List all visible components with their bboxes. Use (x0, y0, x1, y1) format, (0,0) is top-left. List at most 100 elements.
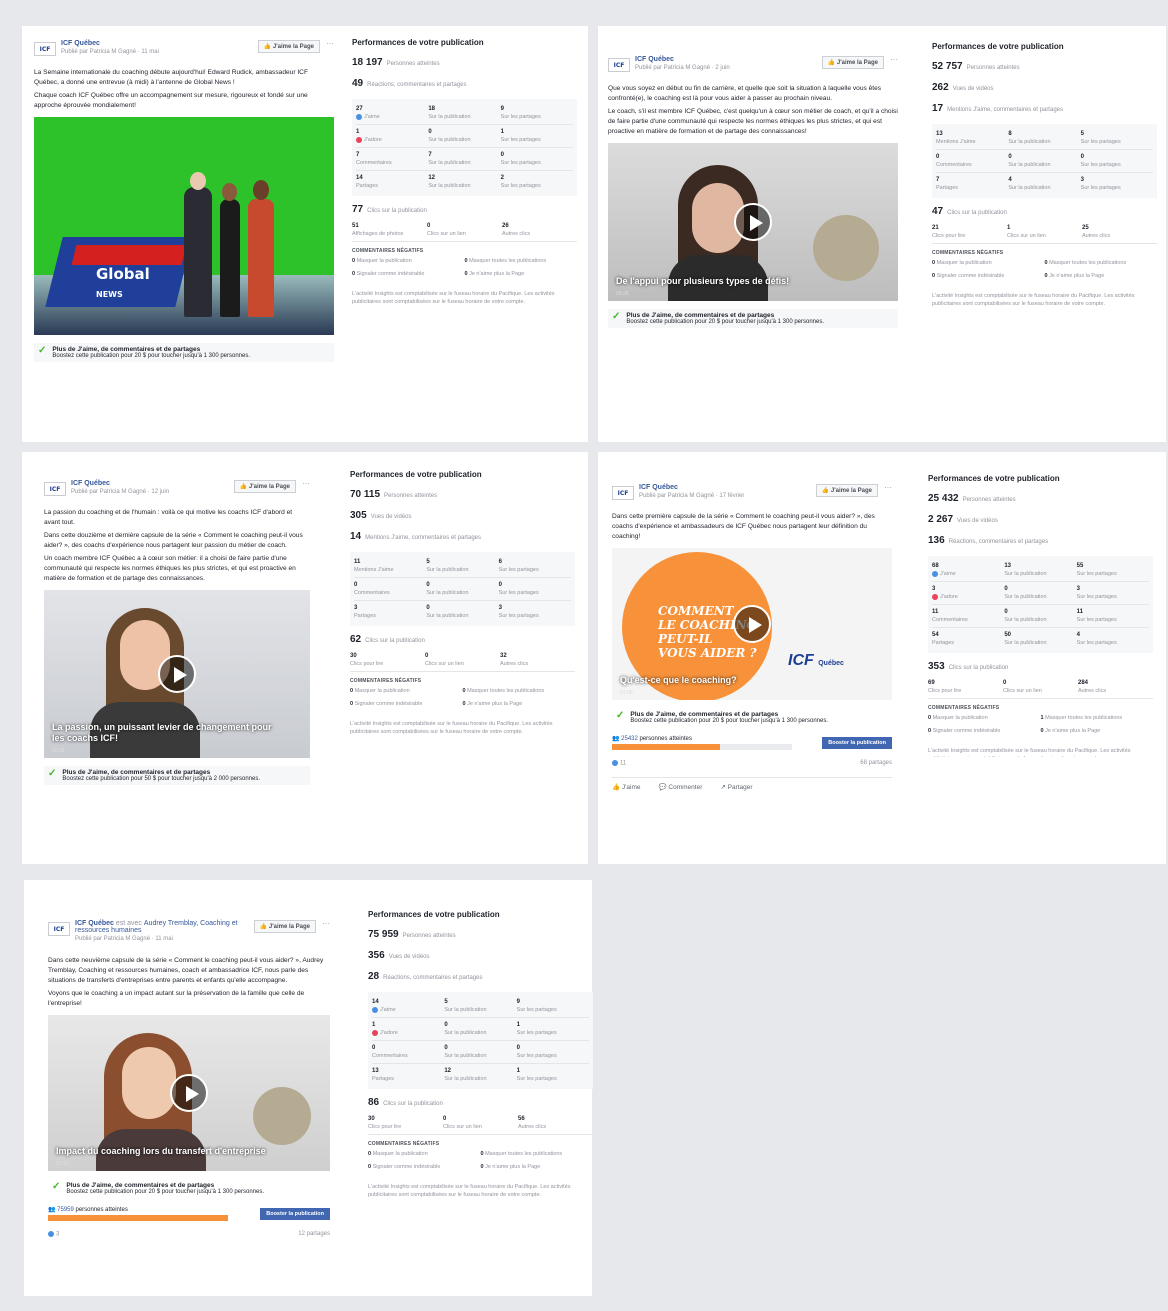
post-text: Dans cette première capsule de la série … (612, 513, 875, 540)
like-reaction-icon (932, 570, 938, 577)
boost-suggestion[interactable]: ✓ Plus de J'aime, de commentaires et de … (48, 1179, 330, 1198)
post-video[interactable]: COMMENT LE COACHING PEUT-IL VOUS AIDER ? IC… (612, 548, 892, 700)
video-title: Qu'est-ce que le coaching? (620, 675, 737, 685)
metric-engagement: 14 Mentions J'aime, commentaires et parta… (350, 531, 481, 542)
thumb-icon: 👍 (827, 60, 837, 66)
metric-views: 356 Vues de vidéos (368, 950, 430, 961)
like-reaction-icon (48, 1231, 54, 1237)
perf-title: Performances de votre publication (350, 470, 482, 479)
post-meta: Publié par Patricia M Gagné · 11 mai (75, 936, 173, 942)
negative-feedback-title: COMMENTAIRES NÉGATIFS (352, 248, 424, 254)
post-video[interactable]: La passion, un puissant levier de change… (44, 590, 310, 758)
post-video[interactable]: Impact du coaching lors du transfert d'e… (48, 1015, 330, 1171)
like-action[interactable]: 👍 J'aime (612, 783, 641, 791)
post-2: ICF ICF Québec Publié par Patricia M Gag… (608, 56, 898, 328)
metric-views: 305 Vues de vidéos (350, 510, 412, 521)
perf-title: Performances de votre publication (932, 42, 1064, 51)
reactions-grid: 27 J'aime 18 Sur la publication 9 Sur les p… (352, 99, 577, 196)
more-options-icon[interactable]: ··· (322, 920, 330, 928)
engagement-summary: 3 12 partages (48, 1231, 330, 1238)
post-1: ICF ICF Québec Publié par Patricia M Gag… (34, 40, 334, 362)
post-meta: Publié par Patricia M Gagné · 12 juin (71, 489, 170, 495)
metric-clicks: 353 Clics sur la publication (928, 661, 1009, 672)
metric-clicks: 62 Clics sur la publication (350, 634, 425, 645)
page-name[interactable]: ICF Québec (635, 56, 730, 63)
metric-engagement: 28 Réactions, commentaires et partages (368, 971, 483, 982)
icf-logo: ICF (34, 42, 56, 56)
reach-row: 👥 25432 personnes atteintes Booster la p… (612, 735, 892, 750)
page-name[interactable]: ICF Québec (61, 40, 159, 47)
metric-engagement: 136 Réactions, commentaires et partages (928, 535, 1049, 546)
metric-clicks: 77 Clics sur la publication (352, 204, 427, 215)
play-icon[interactable] (158, 655, 196, 693)
like-reaction-icon (356, 113, 362, 120)
negative-feedback: 0 Masquer la publication 1 Masquer toute… (928, 715, 1123, 734)
comment-action[interactable]: 💬 Commenter (659, 783, 703, 791)
boost-suggestion[interactable]: ✓ Plus de J'aime, de commentaires et de … (608, 309, 898, 328)
metric-reach: 52 757 Personnes atteintes (932, 61, 1020, 72)
performance-panel-5: Performances de votre publication 75 959… (368, 910, 593, 1199)
like-page-button[interactable]: 👍 J'aime la Page (815, 484, 878, 497)
metric-clicks: 86 Clics sur la publication (368, 1097, 443, 1108)
boost-suggestion[interactable]: ✓ Plus de J'aime, de commentaires et de … (612, 708, 892, 727)
reach-progress-bar (48, 1215, 228, 1221)
more-options-icon[interactable]: ··· (890, 56, 898, 64)
video-duration: 00:28 (616, 291, 629, 297)
row-like: 27 J'aime 18 Sur la publication 9 Sur les p… (356, 102, 573, 125)
like-page-button[interactable]: 👍 J'aime la Page (253, 920, 316, 933)
like-reaction-icon (612, 760, 618, 766)
reactions-grid: 13 Mentions J'aime 8 Sur la publication 5 Sur… (932, 124, 1157, 198)
perf-title: Performances de votre publication (928, 474, 1060, 483)
boost-post-button[interactable]: Booster la publication (822, 736, 892, 749)
name-badge (813, 215, 879, 281)
love-reaction-icon (356, 136, 362, 143)
performance-panel-1: Performances de votre publication 18 197… (352, 38, 577, 306)
love-reaction-icon (932, 593, 938, 600)
play-icon[interactable] (170, 1074, 208, 1112)
reach-row: 👥 75959 personnes atteintes Booster la p… (48, 1206, 330, 1221)
people-icon: 👥 (612, 736, 622, 742)
post-card-3: ICF ICF Québec Publié par Patricia M Gag… (22, 452, 588, 864)
page-name[interactable]: ICF Québec est avec Audrey Tremblay, Coa… (75, 920, 253, 934)
engagement-summary: 11 68 partages (612, 760, 892, 767)
post-video[interactable]: De l'appui pour plusieurs types de défis… (608, 143, 898, 301)
page-name[interactable]: ICF Québec (71, 480, 169, 487)
like-reaction-icon (372, 1006, 378, 1013)
metric-reach: 18 197 Personnes atteintes (352, 57, 440, 68)
boost-suggestion[interactable]: ✓ Plus de J'aime, de commentaires et de … (44, 766, 310, 785)
checkmark-icon: ✓ (612, 311, 621, 322)
boost-post-button[interactable]: Booster la publication (260, 1207, 330, 1220)
video-title: De l'appui pour plusieurs types de défis… (616, 276, 790, 286)
like-page-button[interactable]: 👍 J'aime la Page (821, 56, 884, 69)
insights-note: L'activité Insights est comptabilisée su… (352, 291, 555, 305)
play-icon[interactable] (734, 203, 772, 241)
action-bar: 👍 J'aime 💬 Commenter ↗ Partager (612, 776, 892, 791)
reach-progress-fill (48, 1215, 228, 1221)
page-name[interactable]: ICF Québec (639, 484, 744, 491)
like-page-button[interactable]: 👍 J'aime la Page (257, 40, 320, 53)
negative-feedback: 0 Masquer la publication 0 Masquer toute… (350, 688, 545, 707)
share-action[interactable]: ↗ Partager (720, 783, 752, 791)
icf-logo: ICF (612, 486, 634, 500)
post-3: ICF ICF Québec Publié par Patricia M Gag… (44, 480, 310, 785)
boost-suggestion[interactable]: ✓ Plus de J'aime, de commentaires et de … (34, 343, 334, 362)
insights-note: L'activité Insights est comptabilisée su… (932, 293, 1135, 307)
love-reaction-icon (372, 1029, 378, 1036)
thumb-icon: 👍 (821, 488, 831, 494)
video-duration: 01:00 (620, 690, 633, 696)
video-duration: 00:35 (56, 1161, 69, 1167)
post-image[interactable]: Global NEWS (34, 117, 334, 335)
clicks-row: 21 Clics pour lire 1 Clics sur un lien 25 A… (932, 221, 1157, 244)
checkmark-icon: ✓ (38, 345, 47, 356)
icf-logo: ICF (44, 482, 66, 496)
row-shares: 14 Partages 12 Sur la publication 2 Sur les… (356, 175, 541, 189)
more-options-icon[interactable]: ··· (326, 40, 334, 48)
play-icon[interactable] (733, 605, 771, 643)
perf-title: Performances de votre publication (368, 910, 500, 919)
metric-reach: 75 959 Personnes atteintes (368, 929, 456, 940)
like-page-button[interactable]: 👍 J'aime la Page (233, 480, 296, 493)
more-options-icon[interactable]: ··· (302, 480, 310, 488)
more-options-icon[interactable]: ··· (884, 484, 892, 492)
post-meta: Publié par Patricia M Gagné · 11 mai (61, 49, 159, 55)
reach-progress-bar (612, 744, 792, 750)
